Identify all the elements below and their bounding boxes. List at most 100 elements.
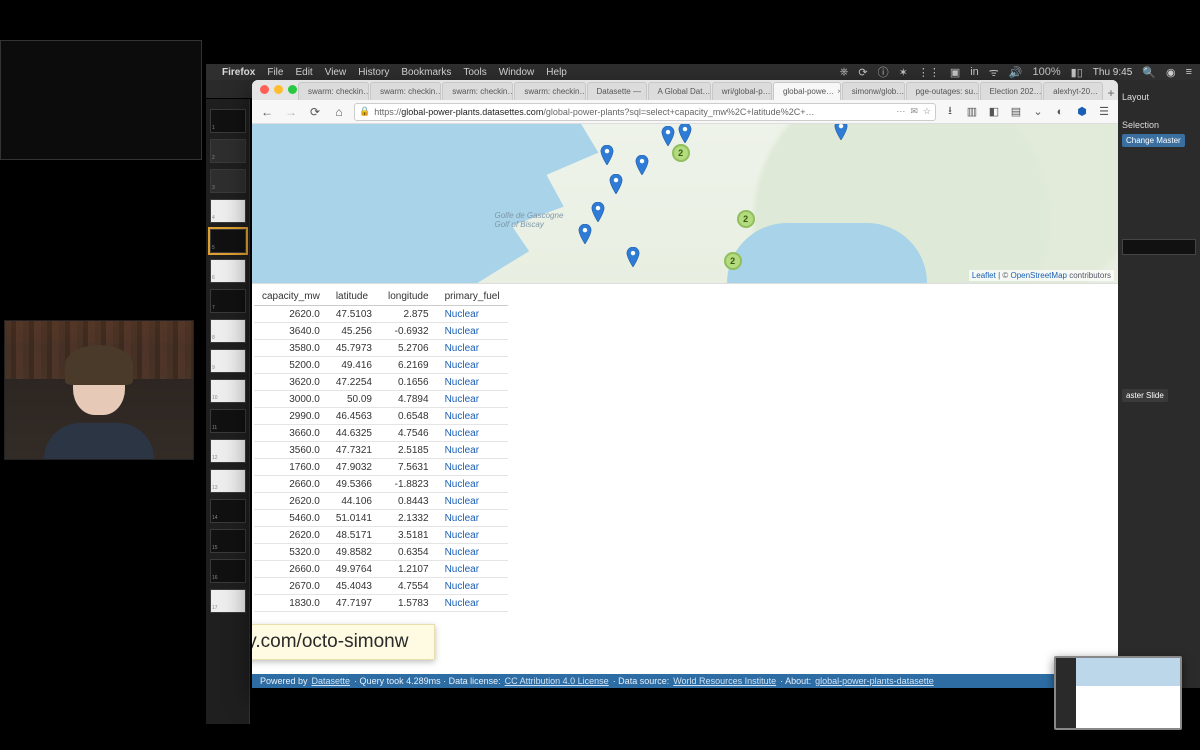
fuel-link[interactable]: Nuclear [445,377,479,388]
browser-tab[interactable]: alexhyt-20… [1043,82,1103,100]
menubar-item[interactable]: Bookmarks [401,67,451,78]
slide-thumb[interactable]: 10 [210,379,246,403]
fuel-link[interactable]: Nuclear [445,530,479,541]
license-link[interactable]: CC Attribution 4.0 License [505,676,609,686]
map-pin-icon[interactable] [600,145,614,159]
source-link[interactable]: World Resources Institute [673,676,776,686]
map-pin-icon[interactable] [626,247,640,261]
onepassword-icon[interactable]: ⬢ [1074,104,1090,120]
map-view[interactable]: Golfe de Gascogne Golf of Biscay 222 Lea… [252,124,1118,284]
new-tab-button[interactable]: + [1104,86,1118,100]
extension-icon[interactable]: ✶ [899,66,908,79]
fuel-link[interactable]: Nuclear [445,394,479,405]
fuel-link[interactable]: Nuclear [445,309,479,320]
siri-icon[interactable]: ◉ [1166,66,1176,79]
map-pin-icon[interactable] [834,124,848,134]
fuel-link[interactable]: Nuclear [445,343,479,354]
tab-close-icon[interactable]: × [837,87,841,96]
datasette-link[interactable]: Datasette [312,676,351,686]
map-cluster[interactable]: 2 [672,144,690,162]
zoom-button[interactable] [288,85,297,94]
menubar-item[interactable]: History [358,67,389,78]
browser-tab[interactable]: swarm: checkin… [298,82,369,100]
dropbox-icon[interactable]: ⎈ [840,66,849,79]
browser-tab[interactable]: wri/global-p… [712,82,772,100]
slide-thumb[interactable]: 15 [210,529,246,553]
menubar-app[interactable]: Firefox [222,67,255,78]
reader-icon[interactable]: ▤ [1008,104,1024,120]
display-icon[interactable]: ▣ [950,66,960,79]
linkedin-icon[interactable]: in [970,66,979,78]
fuel-link[interactable]: Nuclear [445,326,479,337]
map-pin-icon[interactable] [678,124,692,137]
fuel-link[interactable]: Nuclear [445,513,479,524]
column-header[interactable]: longitude [380,288,437,306]
close-button[interactable] [260,85,269,94]
spotlight-icon[interactable]: 🔍 [1142,66,1156,79]
account-icon[interactable]: ◐ [1052,104,1068,120]
fuel-link[interactable]: Nuclear [445,564,479,575]
fuel-link[interactable]: Nuclear [445,360,479,371]
volume-icon[interactable]: 🔊 [1009,66,1023,79]
minimize-button[interactable] [274,85,283,94]
fuel-link[interactable]: Nuclear [445,598,479,609]
home-button[interactable]: ⌂ [330,103,348,121]
slide-thumb[interactable]: 2 [210,139,246,163]
map-pin-icon[interactable] [578,224,592,238]
leaflet-link[interactable]: Leaflet [972,271,996,280]
info-icon[interactable]: ⓘ [878,64,889,80]
column-header[interactable]: capacity_mw [254,288,328,306]
map-cluster[interactable]: 2 [737,210,755,228]
slide-thumbnails[interactable]: 1 2 3 4 5 6 7 8 9 10 11 12 13 14 15 16 1… [206,99,250,724]
menubar-item[interactable]: Edit [295,67,312,78]
fuel-link[interactable]: Nuclear [445,496,479,507]
slide-thumb[interactable]: 11 [210,409,246,433]
change-master-button[interactable]: Change Master [1122,134,1185,147]
slide-thumb[interactable]: 9 [210,349,246,373]
browser-tab[interactable]: swarm: checkin… [370,82,441,100]
slide-thumb[interactable]: 16 [210,559,246,583]
inspector-swatch[interactable] [1122,239,1196,255]
menubar-clock[interactable]: Thu 9:45 [1093,67,1132,78]
notifications-icon[interactable]: ≡ [1186,66,1192,78]
column-header[interactable]: latitude [328,288,380,306]
grid-icon[interactable]: ⋮⋮ [918,66,940,79]
battery-icon[interactable]: ▮▯ [1071,66,1083,79]
menubar-item[interactable]: Tools [463,67,486,78]
about-link[interactable]: global-power-plants-datasette [815,676,934,686]
master-slide-button[interactable]: aster Slide [1122,389,1168,402]
fuel-link[interactable]: Nuclear [445,479,479,490]
column-header[interactable]: primary_fuel [437,288,508,306]
menubar-item[interactable]: View [325,67,347,78]
browser-tab[interactable]: Election 202… [980,82,1043,100]
browser-tab[interactable]: swarm: checkin… [442,82,513,100]
forward-button[interactable]: → [282,103,300,121]
slide-thumb[interactable]: 12 [210,439,246,463]
slide-thumb[interactable]: 3 [210,169,246,193]
map-pin-icon[interactable] [635,155,649,169]
menubar-item[interactable]: Help [546,67,567,78]
reload-button[interactable]: ⟳ [306,103,324,121]
fuel-link[interactable]: Nuclear [445,581,479,592]
fuel-link[interactable]: Nuclear [445,411,479,422]
browser-tab[interactable]: pge-outages: su… [906,82,979,100]
downloads-icon[interactable]: ⭳ [942,104,958,120]
fuel-link[interactable]: Nuclear [445,547,479,558]
slide-thumb[interactable]: 8 [210,319,246,343]
back-button[interactable]: ← [258,103,276,121]
pocket-icon[interactable]: ⌄ [1030,104,1046,120]
browser-tab[interactable]: simonw/glob… [842,82,905,100]
slide-thumb[interactable]: 6 [210,259,246,283]
menubar-item[interactable]: File [267,67,283,78]
slide-thumb[interactable]: 13 [210,469,246,493]
map-pin-icon[interactable] [661,126,675,140]
wifi-icon[interactable]: ᯤ [989,65,999,80]
slide-thumb[interactable]: 1 [210,109,246,133]
slide-thumb[interactable]: 17 [210,589,246,613]
browser-tab[interactable]: Datasette — [587,82,647,100]
slide-thumb[interactable]: 5 [210,229,246,253]
osm-link[interactable]: OpenStreetMap [1010,271,1066,280]
slide-thumb[interactable]: 14 [210,499,246,523]
map-cluster[interactable]: 2 [724,252,742,270]
browser-tab[interactable]: A Global Dat… [648,82,711,100]
